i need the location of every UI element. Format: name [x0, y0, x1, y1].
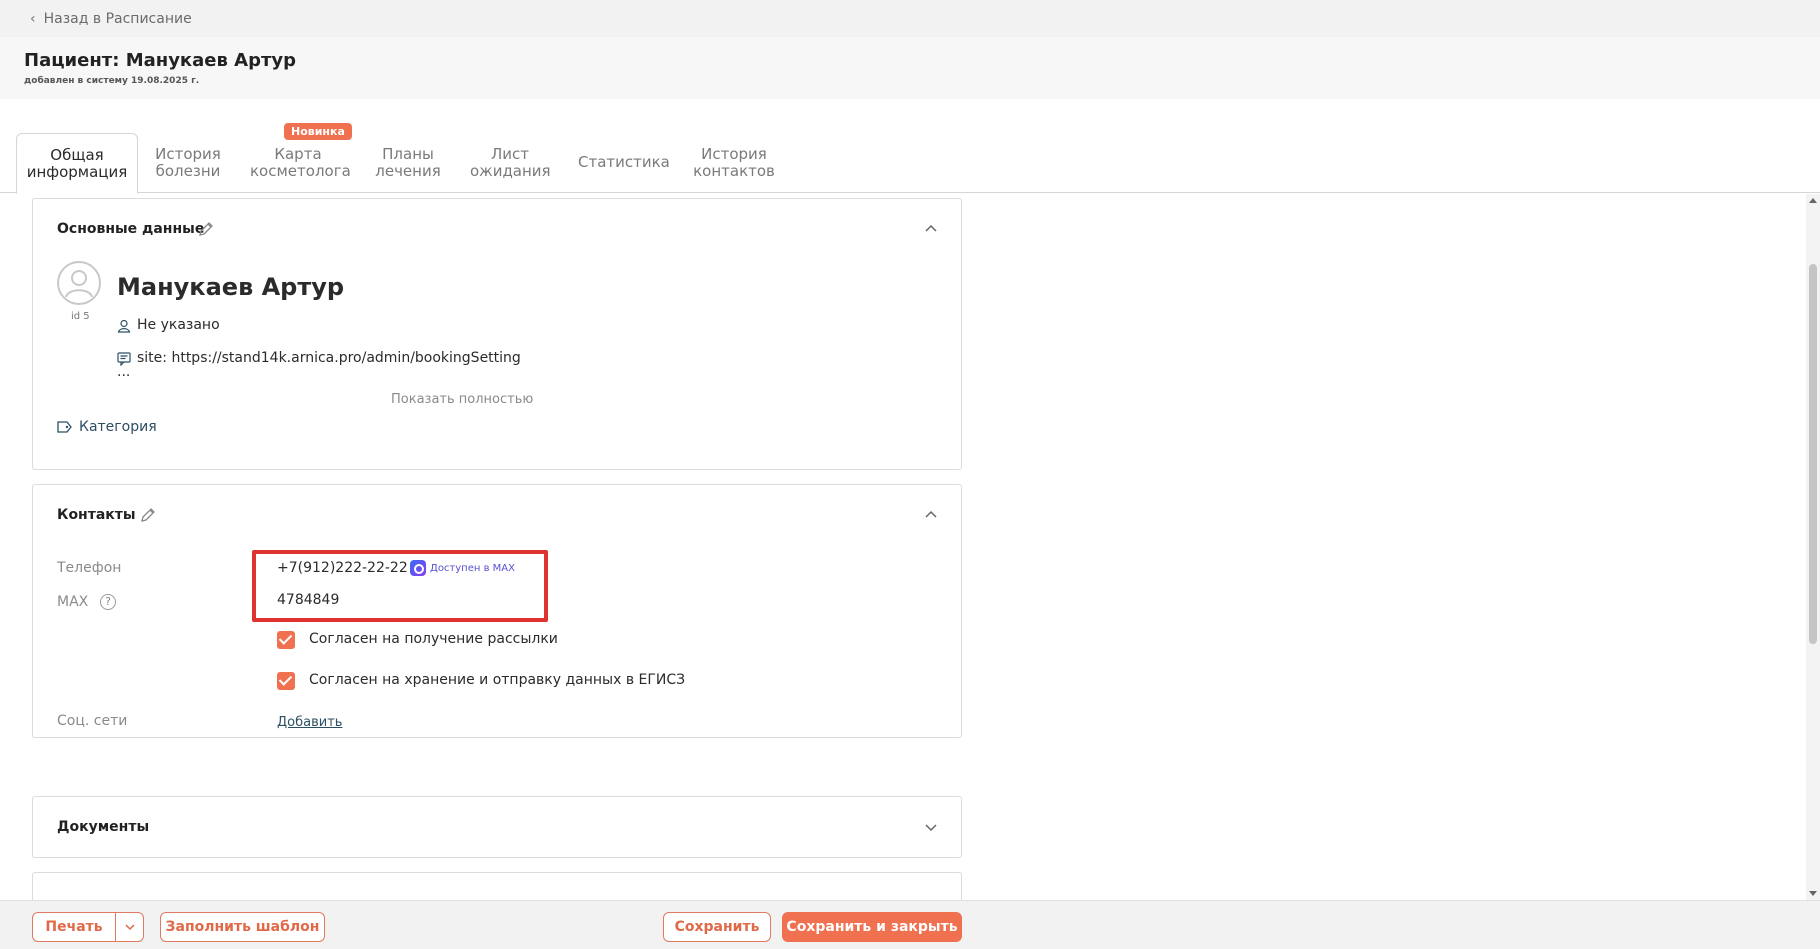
category-label: Категория	[79, 419, 157, 435]
scroll-down-icon[interactable]	[1809, 891, 1817, 896]
chevron-up-icon[interactable]	[923, 507, 939, 523]
tab-label: Планы	[382, 145, 434, 163]
tab-general-info[interactable]: Общая информация	[16, 133, 138, 194]
back-link[interactable]: ‹ Назад в Расписание	[0, 0, 1820, 37]
tab-label: косметолога	[250, 162, 351, 180]
tab-cosmetologist-card[interactable]: Карта косметолога	[250, 145, 351, 180]
collapsed-card[interactable]	[32, 872, 962, 900]
page-subtitle: добавлен в систему 19.08.2025 г.	[24, 76, 200, 86]
social-label: Соц. сети	[57, 713, 128, 729]
user-avatar-icon	[65, 270, 93, 298]
tab-label: Статистика	[578, 153, 670, 171]
print-button[interactable]: Печать	[32, 912, 116, 942]
scroll-up-icon[interactable]	[1809, 198, 1817, 203]
tab-label: информация	[26, 163, 128, 181]
tab-contact-history[interactable]: История контактов	[690, 146, 778, 180]
tab-label: лечения	[375, 162, 441, 180]
category-link[interactable]: Категория	[57, 419, 157, 435]
print-dropdown-button[interactable]	[115, 912, 144, 942]
footer-bar: Печать Заполнить шаблон Сохранить Сохран…	[0, 900, 1820, 949]
chevron-up-icon[interactable]	[923, 221, 939, 237]
back-link-label: Назад в Расписание	[43, 10, 192, 27]
patient-page: ‹ Назад в Расписание Пациент: Манукаев А…	[0, 0, 1820, 949]
egisz-consent-label: Согласен на хранение и отправку данных в…	[309, 672, 686, 688]
documents-card[interactable]: Документы	[32, 796, 962, 858]
tag-icon	[57, 421, 72, 433]
patient-name: Манукаев Артур	[117, 273, 345, 301]
tab-label: Общая	[50, 146, 104, 164]
comment-text: site: https://stand14k.arnica.pro/admin/…	[137, 350, 521, 366]
save-button[interactable]: Сохранить	[663, 912, 771, 942]
basic-info-card: Основные данные id 5 Манукаев Артур Не у…	[32, 198, 962, 470]
tab-statistics[interactable]: Статистика	[578, 153, 670, 171]
card-title: Документы	[57, 819, 150, 835]
avatar	[57, 261, 101, 305]
tab-label: болезни	[155, 162, 221, 180]
edit-pencil-icon[interactable]	[139, 506, 157, 524]
show-full-link[interactable]: Показать полностью	[391, 392, 533, 407]
chevron-down-icon	[124, 924, 135, 931]
page-title: Пациент: Манукаев Артур	[24, 50, 297, 71]
highlight-box	[252, 550, 548, 622]
new-badge: Новинка	[284, 123, 352, 140]
card-title: Контакты	[57, 507, 136, 523]
scrollbar[interactable]	[1806, 194, 1820, 900]
egisz-consent-checkbox[interactable]	[277, 672, 295, 690]
fill-template-button[interactable]: Заполнить шаблон	[160, 912, 325, 942]
tab-label: ожидания	[470, 162, 551, 180]
person-icon	[117, 319, 131, 333]
tab-label: контактов	[693, 162, 775, 180]
chevron-down-icon[interactable]	[923, 819, 939, 835]
mailing-consent-checkbox[interactable]	[277, 631, 295, 649]
patient-id: id 5	[71, 311, 90, 322]
comment-ellipsis: ...	[117, 364, 131, 380]
max-label: MAX	[57, 594, 89, 610]
gender-value: Не указано	[137, 317, 220, 333]
content-area: Основные данные id 5 Манукаев Артур Не у…	[0, 194, 1820, 900]
tab-bar: Общая информация История болезни Новинка…	[0, 99, 1820, 194]
edit-pencil-icon[interactable]	[197, 220, 215, 238]
page-header: Пациент: Манукаев Артур добавлен в систе…	[0, 37, 1820, 99]
tab-label: История	[701, 145, 767, 163]
chevron-left-icon: ‹	[30, 10, 36, 27]
help-icon[interactable]: ?	[100, 594, 116, 610]
tab-label: Карта	[274, 145, 322, 163]
tab-waiting-list[interactable]: Лист ожидания	[470, 145, 551, 180]
tab-label: История	[155, 145, 221, 163]
card-title: Основные данные	[57, 221, 205, 237]
tab-treatment-plans[interactable]: Планы лечения	[370, 146, 446, 180]
phone-label: Телефон	[57, 560, 122, 576]
add-social-link[interactable]: Добавить	[277, 715, 342, 730]
tab-label: Лист	[490, 145, 529, 163]
tab-disease-history[interactable]: История болезни	[150, 146, 226, 180]
scroll-thumb[interactable]	[1809, 264, 1817, 644]
save-and-close-button[interactable]: Сохранить и закрыть	[782, 912, 962, 942]
mailing-consent-label: Согласен на получение рассылки	[309, 631, 558, 647]
